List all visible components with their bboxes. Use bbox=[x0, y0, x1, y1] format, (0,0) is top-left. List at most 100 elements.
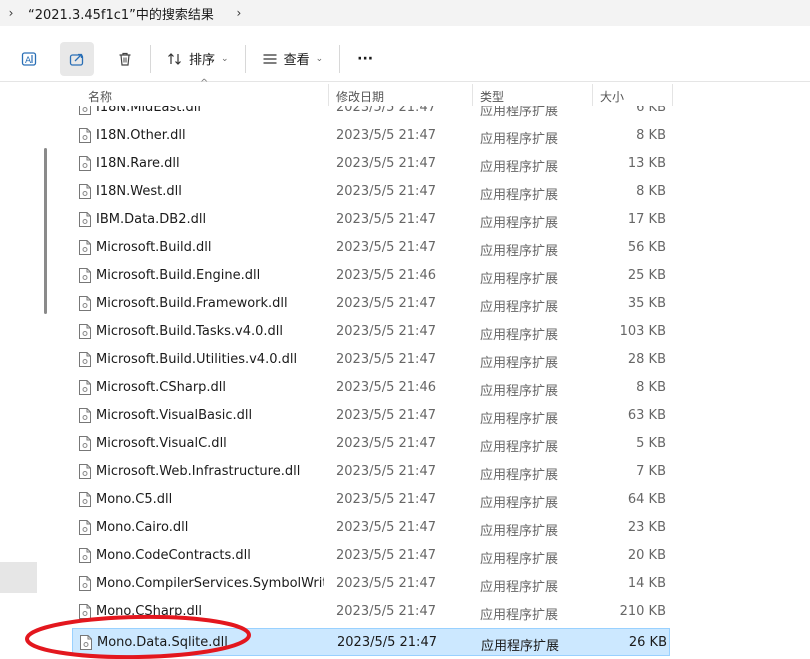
file-row[interactable]: Mono.CSharp.dll 2023/5/5 21:47 应用程序扩展 210 K… bbox=[72, 598, 670, 626]
file-size: 7 KB bbox=[636, 464, 666, 479]
file-type: 应用程序扩展 bbox=[480, 356, 559, 371]
file-type: 应用程序扩展 bbox=[480, 608, 559, 623]
file-size: 26 KB bbox=[628, 635, 667, 650]
file-name: Mono.CodeContracts.dll bbox=[96, 548, 251, 563]
file-row[interactable]: I18N.Rare.dll 2023/5/5 21:47 应用程序扩展 13 KB bbox=[72, 150, 670, 178]
file-row[interactable]: Microsoft.Web.Infrastructure.dll 2023/5/5… bbox=[72, 458, 670, 486]
file-type: 应用程序扩展 bbox=[480, 216, 559, 231]
file-row[interactable]: Mono.Cairo.dll 2023/5/5 21:47 应用程序扩展 23 KB bbox=[72, 514, 670, 542]
dll-file-icon bbox=[79, 576, 91, 591]
file-name: Mono.CompilerServices.SymbolWrite... bbox=[96, 576, 324, 591]
column-divider[interactable] bbox=[328, 84, 329, 106]
file-name: IBM.Data.DB2.dll bbox=[96, 212, 207, 227]
delete-button[interactable] bbox=[108, 42, 142, 76]
file-name: Microsoft.Build.Utilities.v4.0.dll bbox=[96, 352, 298, 367]
dll-file-icon bbox=[79, 380, 91, 395]
file-type: 应用程序扩展 bbox=[480, 328, 559, 343]
file-size: 35 KB bbox=[627, 296, 666, 311]
file-date: 2023/5/5 21:47 bbox=[336, 548, 436, 563]
dll-file-icon bbox=[79, 408, 91, 423]
breadcrumb-chevron-right-icon[interactable]: › bbox=[228, 6, 250, 20]
dll-file-icon bbox=[79, 156, 91, 171]
share-icon bbox=[69, 53, 84, 66]
file-type: 应用程序扩展 bbox=[480, 524, 559, 539]
view-list-icon bbox=[263, 53, 277, 64]
breadcrumb-chevron-left-icon[interactable]: › bbox=[0, 6, 22, 20]
file-size: 13 KB bbox=[627, 156, 666, 171]
file-name: Microsoft.Build.Framework.dll bbox=[96, 296, 288, 311]
file-type: 应用程序扩展 bbox=[480, 468, 559, 483]
navigation-pane-scrollbar[interactable] bbox=[44, 148, 47, 314]
file-date: 2023/5/5 21:47 bbox=[336, 212, 436, 227]
file-name: Mono.Cairo.dll bbox=[96, 520, 189, 535]
column-divider[interactable] bbox=[592, 84, 593, 106]
file-row[interactable]: I18N.Other.dll 2023/5/5 21:47 应用程序扩展 8 KB bbox=[72, 122, 670, 150]
view-dropdown-icon: ⌄ bbox=[315, 53, 324, 64]
view-button[interactable]: 查看 ⌄ bbox=[254, 42, 332, 76]
dll-file-icon bbox=[79, 352, 91, 367]
file-type: 应用程序扩展 bbox=[480, 384, 559, 399]
file-size: 14 KB bbox=[627, 576, 666, 591]
file-type: 应用程序扩展 bbox=[480, 244, 559, 259]
file-name: I18N.Rare.dll bbox=[96, 156, 180, 171]
file-row[interactable]: Microsoft.Build.Tasks.v4.0.dll 2023/5/5 2… bbox=[72, 318, 670, 346]
file-type: 应用程序扩展 bbox=[480, 412, 559, 427]
file-row[interactable]: Microsoft.Build.Utilities.v4.0.dll 2023/5… bbox=[72, 346, 670, 374]
file-type: 应用程序扩展 bbox=[480, 552, 559, 567]
column-header-date[interactable]: 修改日期 bbox=[336, 88, 384, 105]
navigation-pane-selected-item[interactable] bbox=[0, 562, 37, 593]
file-row[interactable]: Microsoft.Build.Framework.dll 2023/5/5 21… bbox=[72, 290, 670, 318]
file-date: 2023/5/5 21:47 bbox=[336, 604, 436, 619]
dll-file-icon bbox=[79, 296, 91, 311]
file-date: 2023/5/5 21:46 bbox=[336, 268, 436, 283]
file-row[interactable]: Mono.CompilerServices.SymbolWrite... 2023… bbox=[72, 570, 670, 598]
file-explorer-window: › “2021.3.45f1c1”中的搜索结果 › A 排序 ⌄ 查看 ⌄ ··… bbox=[0, 0, 810, 659]
file-name: Microsoft.CSharp.dll bbox=[96, 380, 227, 395]
file-row-selected[interactable]: Mono.Data.Sqlite.dll 2023/5/5 21:47 应用程序扩展… bbox=[72, 628, 670, 656]
file-name: I18N.West.dll bbox=[96, 184, 182, 199]
file-row[interactable]: Microsoft.CSharp.dll 2023/5/5 21:46 应用程序扩展… bbox=[72, 374, 670, 402]
file-row[interactable]: Microsoft.Build.Engine.dll 2023/5/5 21:46… bbox=[72, 262, 670, 290]
file-date: 2023/5/5 21:47 bbox=[336, 156, 436, 171]
column-divider[interactable] bbox=[672, 84, 673, 106]
file-type: 应用程序扩展 bbox=[480, 188, 559, 203]
view-label: 查看 bbox=[283, 53, 310, 68]
file-name: Mono.Data.Sqlite.dll bbox=[97, 635, 228, 650]
file-date: 2023/5/5 21:47 bbox=[336, 324, 436, 339]
file-row[interactable]: I18N.West.dll 2023/5/5 21:47 应用程序扩展 8 KB bbox=[72, 178, 670, 206]
file-name: Mono.C5.dll bbox=[96, 492, 173, 507]
share-button[interactable] bbox=[60, 41, 94, 76]
file-date: 2023/5/5 21:47 bbox=[336, 296, 436, 311]
sort-button[interactable]: 排序 ⌄ bbox=[159, 42, 237, 76]
dll-file-icon bbox=[79, 520, 91, 535]
file-size: 8 KB bbox=[636, 380, 666, 395]
breadcrumb-location[interactable]: “2021.3.45f1c1”中的搜索结果 bbox=[28, 4, 214, 23]
more-options-button[interactable]: ··· bbox=[348, 42, 382, 76]
file-row[interactable]: Mono.CodeContracts.dll 2023/5/5 21:47 应用程序… bbox=[72, 542, 670, 570]
rename-button[interactable]: A bbox=[12, 42, 46, 76]
column-header-type[interactable]: 类型 bbox=[480, 88, 504, 105]
file-date: 2023/5/5 21:47 bbox=[336, 240, 436, 255]
file-row[interactable]: IBM.Data.DB2.dll 2023/5/5 21:47 应用程序扩展 17 K… bbox=[72, 206, 670, 234]
sort-label: 排序 bbox=[189, 53, 216, 68]
file-date: 2023/5/5 21:47 bbox=[336, 464, 436, 479]
dll-file-icon bbox=[79, 436, 91, 451]
dll-file-icon bbox=[79, 184, 91, 199]
file-row[interactable]: Microsoft.VisualBasic.dll 2023/5/5 21:47 应… bbox=[72, 402, 670, 430]
column-header-name[interactable]: 名称 bbox=[88, 88, 112, 105]
file-size: 210 KB bbox=[619, 604, 666, 619]
column-header-size[interactable]: 大小 bbox=[600, 88, 624, 105]
file-size: 8 KB bbox=[636, 184, 666, 199]
file-row[interactable]: Microsoft.VisualC.dll 2023/5/5 21:47 应用程序扩… bbox=[72, 430, 670, 458]
file-row[interactable]: Mono.C5.dll 2023/5/5 21:47 应用程序扩展 64 KB bbox=[72, 486, 670, 514]
file-row[interactable]: Microsoft.Build.dll 2023/5/5 21:47 应用程序扩展 5… bbox=[72, 234, 670, 262]
file-name: Microsoft.Build.dll bbox=[96, 240, 212, 255]
file-type: 应用程序扩展 bbox=[480, 160, 559, 175]
file-type: 应用程序扩展 bbox=[480, 580, 559, 595]
dll-file-icon bbox=[79, 128, 91, 143]
dll-file-icon bbox=[79, 492, 91, 507]
rename-icon: A bbox=[21, 51, 37, 66]
file-date: 2023/5/5 21:47 bbox=[336, 128, 436, 143]
column-divider[interactable] bbox=[472, 84, 473, 106]
dll-file-icon bbox=[79, 240, 91, 255]
